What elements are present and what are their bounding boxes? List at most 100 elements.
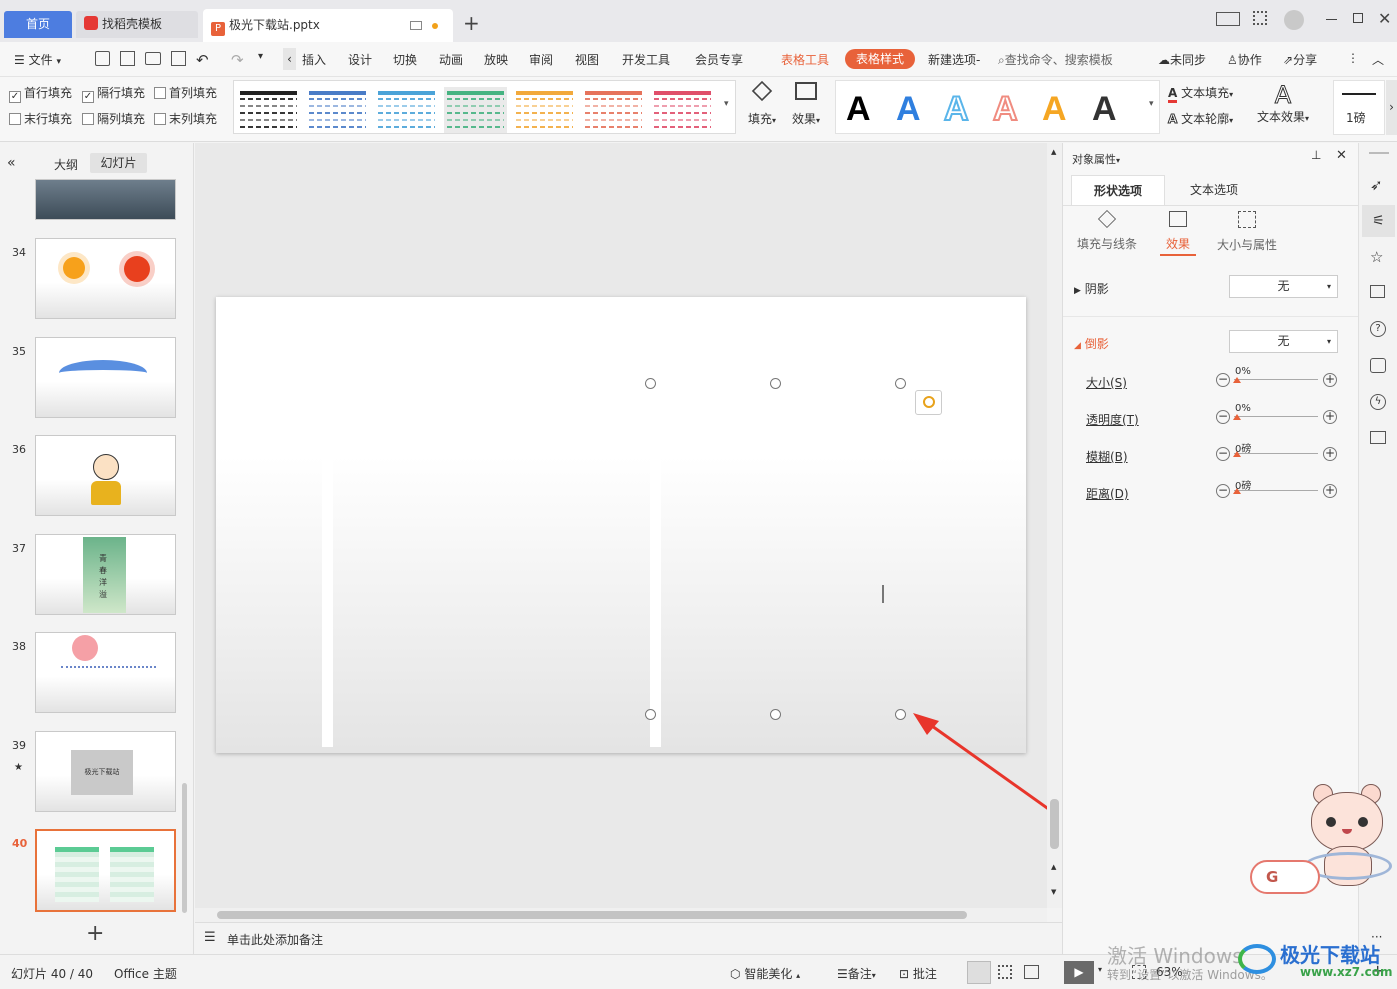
table-cell[interactable] — [659, 515, 661, 549]
slide-thumbnail-36[interactable] — [35, 435, 176, 516]
menu-insert[interactable]: 插入 — [302, 51, 326, 68]
checkbox-banded-rows[interactable]: ✓ 隔行填充 — [82, 84, 145, 103]
mascot-pet[interactable]: G — [1250, 782, 1396, 897]
smart-suggestion-button[interactable] — [915, 390, 942, 415]
tab-file[interactable]: P 极光下载站.pptx — [203, 9, 453, 42]
reflection-dropdown[interactable]: 无 ▾ — [1229, 330, 1338, 353]
table-cell[interactable] — [659, 416, 661, 450]
checkbox-last-row[interactable]: 末行填充 — [9, 110, 72, 127]
pin-icon[interactable]: ⊥ — [1311, 148, 1321, 162]
table-row[interactable] — [650, 614, 661, 648]
table-style-pink[interactable] — [651, 87, 714, 133]
screen-icon[interactable] — [410, 21, 422, 30]
table-cell[interactable] — [659, 614, 661, 648]
ribbon-scroll-right[interactable]: › — [1386, 80, 1397, 135]
table-cell[interactable] — [331, 482, 333, 516]
help-icon[interactable]: ? — [1370, 321, 1386, 337]
checkbox-banded-columns[interactable]: 隔列填充 — [82, 110, 145, 127]
tab-home[interactable]: 首页 — [4, 11, 72, 38]
file-menu[interactable]: ☰ 文件 ▾ — [14, 51, 61, 68]
resize-handle-top-left[interactable] — [645, 378, 656, 389]
table-row[interactable] — [650, 449, 661, 483]
print-preview-icon[interactable] — [171, 51, 186, 66]
table-cell[interactable] — [331, 647, 333, 681]
notes-area[interactable]: ☰ 单击此处添加备注 — [195, 922, 1062, 954]
subtab-size-props[interactable]: 大小与属性 — [1215, 211, 1279, 253]
rocket-icon[interactable]: ➶ — [1370, 176, 1383, 194]
slider-thumb[interactable] — [1233, 377, 1241, 383]
grid-apps-icon[interactable] — [1253, 11, 1267, 25]
tab-shape-options[interactable]: 形状选项 — [1071, 175, 1165, 205]
table-row[interactable] — [650, 548, 661, 582]
decrease-icon[interactable]: − — [1216, 447, 1230, 461]
slide-thumbnail-35[interactable] — [35, 337, 176, 418]
lightning-icon[interactable]: ϟ — [1370, 394, 1386, 410]
table-row[interactable] — [322, 680, 333, 714]
subtab-fill-line[interactable]: 填充与线条 — [1077, 209, 1137, 252]
menu-review[interactable]: 审阅 — [529, 51, 553, 68]
tab-slides[interactable]: 幻灯片 — [90, 153, 147, 173]
table-row[interactable] — [322, 482, 333, 516]
shadow-section[interactable]: ▶ 阴影 — [1074, 280, 1109, 297]
text-effect-button[interactable]: A 文本效果▾ — [1254, 82, 1312, 125]
current-slide[interactable] — [216, 297, 1026, 753]
shadow-dropdown[interactable]: 无 ▾ — [1229, 275, 1338, 298]
gallery-more-icon[interactable]: ▾ — [724, 99, 729, 109]
resize-handle-top-right[interactable] — [895, 378, 906, 389]
tab-outline[interactable]: 大纲 — [54, 156, 78, 173]
table-cell[interactable] — [659, 581, 661, 615]
table-header-row[interactable] — [650, 384, 661, 417]
table-row[interactable] — [650, 647, 661, 681]
slider-track[interactable] — [1234, 379, 1318, 380]
slide-thumbnail-37[interactable]: 青春洋溢 — [35, 534, 176, 615]
new-tab-icon[interactable]: + — [463, 13, 480, 33]
book-icon[interactable] — [1370, 431, 1386, 444]
table-cell[interactable] — [331, 416, 333, 450]
table-style-orange[interactable] — [513, 87, 576, 133]
blur-slider[interactable]: −0磅 + — [1216, 444, 1340, 462]
table-grid[interactable] — [650, 384, 661, 747]
reflection-section[interactable]: ◢ 倒影 — [1074, 335, 1109, 352]
tab-template[interactable]: 找稻壳模板 — [76, 11, 198, 38]
scroll-thumb[interactable] — [1050, 799, 1059, 849]
slide-swap-icon[interactable] — [1370, 285, 1385, 298]
table-row[interactable] — [650, 581, 661, 615]
table-row[interactable] — [322, 515, 333, 549]
table-cell[interactable] — [331, 449, 333, 483]
undo-icon[interactable]: ↶ — [196, 51, 209, 69]
minimize-icon[interactable] — [1326, 19, 1337, 20]
increase-icon[interactable]: + — [1323, 447, 1337, 461]
table-style-black[interactable] — [237, 87, 300, 133]
checkbox-first-column[interactable]: 首列填充 — [154, 84, 217, 101]
table-cell[interactable] — [331, 614, 333, 648]
table-row[interactable] — [322, 416, 333, 450]
menu-new-tab[interactable]: 新建选项- — [928, 51, 980, 68]
decrease-icon[interactable]: − — [1216, 373, 1230, 387]
menu-table-style[interactable]: 表格样式 — [845, 49, 915, 69]
scroll-up-icon[interactable]: ▲ — [1051, 148, 1056, 156]
slide-thumbnail-40[interactable] — [35, 829, 176, 912]
scroll-left-icon[interactable]: ‹ — [283, 48, 296, 70]
table-row[interactable] — [322, 647, 333, 681]
thumbnail-scrollbar[interactable] — [182, 783, 187, 913]
table-cell[interactable] — [659, 548, 661, 582]
save-icon[interactable] — [95, 51, 110, 66]
increase-icon[interactable]: + — [1323, 373, 1337, 387]
resize-handle-top-middle[interactable] — [770, 378, 781, 389]
fill-button[interactable]: 填充▾ — [745, 80, 779, 127]
table-row[interactable] — [322, 548, 333, 582]
more-icon[interactable]: ⋮ — [1347, 51, 1359, 65]
sorter-view-icon[interactable] — [998, 965, 1012, 979]
menu-member[interactable]: 会员专享 — [695, 51, 743, 68]
table-row[interactable] — [650, 482, 661, 516]
export-icon[interactable] — [120, 51, 135, 66]
slide-thumbnail-39[interactable]: 极光下载站 — [35, 731, 176, 812]
table-row[interactable] — [322, 581, 333, 615]
slider-track[interactable] — [1234, 416, 1318, 417]
table-cell[interactable] — [659, 482, 661, 516]
share-button[interactable]: ⇗分享 — [1283, 51, 1317, 68]
play-slideshow-button[interactable]: ▶ — [1064, 961, 1094, 984]
menu-table-tools[interactable]: 表格工具 — [781, 51, 829, 68]
properties-icon[interactable]: ⚟ — [1362, 205, 1395, 237]
decrease-icon[interactable]: − — [1216, 410, 1230, 424]
